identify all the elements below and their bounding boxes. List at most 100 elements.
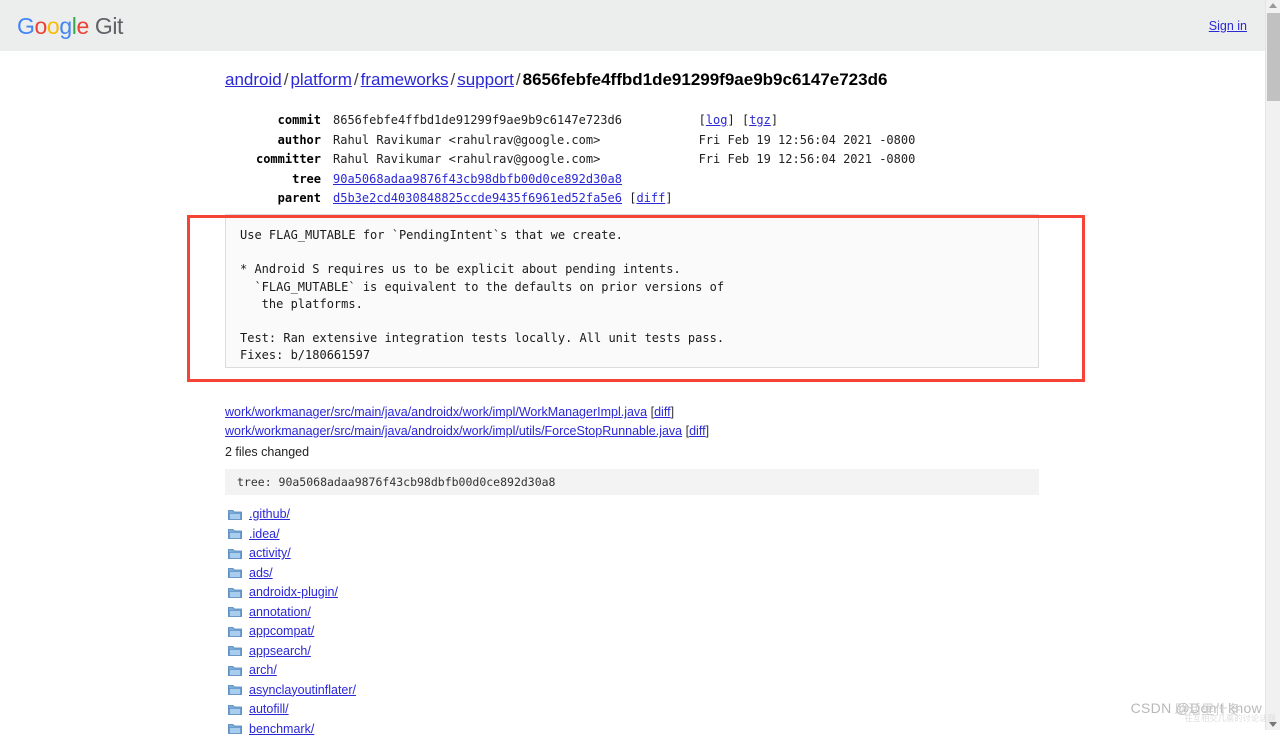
metadata-value-commit: 8656febfe4ffbd1de91299f9ae9b9c6147e723d6 — [333, 111, 699, 131]
sign-in-link[interactable]: Sign in — [1209, 19, 1247, 33]
metadata-extra-committer-date: Fri Feb 19 12:56:04 2021 -0800 — [699, 150, 916, 170]
breadcrumb-item-support[interactable]: support — [457, 70, 514, 89]
metadata-value-parent: d5b3e2cd4030848825ccde9435f6961ed52fa5e6… — [333, 189, 699, 209]
changed-files-section: work/workmanager/src/main/java/androidx/… — [225, 403, 709, 462]
breadcrumb: android/platform/frameworks/support/8656… — [225, 69, 887, 91]
files-changed-summary: 2 files changed — [225, 443, 709, 462]
changed-file-diff-link-2[interactable]: diff — [689, 424, 705, 438]
changed-file-link-1[interactable]: work/workmanager/src/main/java/androidx/… — [225, 405, 647, 419]
tree-list-item[interactable]: arch/ — [228, 661, 928, 681]
metadata-extra-commit: [log] [tgz] — [699, 111, 916, 131]
tree-list-item[interactable]: ads/ — [228, 564, 928, 584]
change-id-link[interactable]: Ida3f1701fc7d8168abe166f64e78de7bcb62252… — [319, 366, 615, 368]
folder-icon — [228, 626, 242, 638]
tree-list-item-link[interactable]: arch/ — [249, 661, 277, 681]
metadata-extra-parent — [699, 189, 916, 209]
metadata-row-parent: parent d5b3e2cd4030848825ccde9435f6961ed… — [225, 189, 915, 209]
metadata-key-author: author — [225, 131, 333, 151]
tree-list-item[interactable]: .idea/ — [228, 525, 928, 545]
tree-list-item-link[interactable]: activity/ — [249, 544, 291, 564]
commit-msg-line-3: * Android S requires us to be explicit a… — [240, 262, 681, 276]
metadata-key-commit: commit — [225, 111, 333, 131]
tree-list-item-link[interactable]: .idea/ — [249, 525, 280, 545]
tree-sha-link[interactable]: 90a5068adaa9876f43cb98dbfb00d0ce892d30a8 — [333, 172, 622, 186]
metadata-extra-author-date: Fri Feb 19 12:56:04 2021 -0800 — [699, 131, 916, 151]
metadata-value-committer: Rahul Ravikumar <rahulrav@google.com> — [333, 150, 699, 170]
commit-message-text: Use FLAG_MUTABLE for `PendingIntent`s th… — [240, 227, 1022, 368]
folder-icon — [228, 723, 242, 735]
scroll-up-arrow-icon[interactable] — [1269, 3, 1277, 8]
tree-list-item-link[interactable]: annotation/ — [249, 603, 311, 623]
tree-list-item[interactable]: asynclayoutinflater/ — [228, 681, 928, 701]
commit-msg-change-id-label: Change-Id: — [240, 366, 319, 368]
tree-list-item-link[interactable]: autofill/ — [249, 700, 289, 720]
breadcrumb-item-platform[interactable]: platform — [290, 70, 351, 89]
tree-list-item[interactable]: autofill/ — [228, 700, 928, 720]
tree-list-item[interactable]: androidx-plugin/ — [228, 583, 928, 603]
logo-letter-o2: o — [47, 13, 59, 39]
metadata-row-author: author Rahul Ravikumar <rahulrav@google.… — [225, 131, 915, 151]
tree-list-item-link[interactable]: appsearch/ — [249, 642, 311, 662]
changed-file-link-2[interactable]: work/workmanager/src/main/java/androidx/… — [225, 424, 682, 438]
tree-list-item-link[interactable]: .github/ — [249, 505, 290, 525]
scrollbar-thumb[interactable] — [1267, 13, 1280, 101]
commit-metadata-table: commit 8656febfe4ffbd1de91299f9ae9b9c614… — [225, 111, 915, 209]
vertical-scrollbar[interactable] — [1265, 0, 1280, 730]
breadcrumb-separator-3: / — [448, 70, 457, 89]
tree-list-item[interactable]: benchmark/ — [228, 720, 928, 739]
metadata-value-author: Rahul Ravikumar <rahulrav@google.com> — [333, 131, 699, 151]
logo-letter-g2: g — [59, 13, 71, 39]
log-link[interactable]: log — [706, 113, 728, 127]
commit-msg-line-4: `FLAG_MUTABLE` is equivalent to the defa… — [240, 280, 724, 294]
app-header: Google Git Sign in — [0, 0, 1265, 51]
folder-icon — [228, 528, 242, 540]
breadcrumb-current-sha: 8656febfe4ffbd1de91299f9ae9b9c6147e723d6 — [523, 70, 888, 89]
google-git-logo[interactable]: Google Git — [17, 13, 123, 39]
tree-list-item-link[interactable]: appcompat/ — [249, 622, 314, 642]
tree-list-item[interactable]: appsearch/ — [228, 642, 928, 662]
breadcrumb-item-frameworks[interactable]: frameworks — [361, 70, 449, 89]
breadcrumb-item-android[interactable]: android — [225, 70, 282, 89]
folder-icon — [228, 548, 242, 560]
metadata-value-tree: 90a5068adaa9876f43cb98dbfb00d0ce892d30a8 — [333, 170, 699, 190]
parent-sha-link[interactable]: d5b3e2cd4030848825ccde9435f6961ed52fa5e6 — [333, 191, 622, 205]
scroll-down-arrow-icon[interactable] — [1269, 722, 1277, 727]
commit-msg-line-8: Fixes: b/180661597 — [240, 348, 370, 362]
tgz-link[interactable]: tgz — [749, 113, 771, 127]
commit-message-panel: Use FLAG_MUTABLE for `PendingIntent`s th… — [225, 214, 1039, 368]
breadcrumb-separator-2: / — [352, 70, 361, 89]
changed-file-diff-bracket-2: [diff] — [686, 424, 709, 438]
tree-list-item[interactable]: appcompat/ — [228, 622, 928, 642]
logo-letter-o1: o — [35, 13, 47, 39]
tree-listing: .github/.idea/activity/ads/androidx-plug… — [228, 505, 928, 739]
commit-msg-line-7: Test: Ran extensive integration tests lo… — [240, 331, 724, 345]
folder-icon — [228, 704, 242, 716]
logo-suffix: Git — [89, 13, 123, 39]
metadata-key-committer: committer — [225, 150, 333, 170]
folder-icon — [228, 587, 242, 599]
commit-msg-line-5: the platforms. — [240, 297, 363, 311]
changed-file-row: work/workmanager/src/main/java/androidx/… — [225, 403, 709, 422]
changed-file-diff-link-1[interactable]: diff — [654, 405, 670, 419]
parent-diff-link[interactable]: diff — [636, 191, 665, 205]
metadata-row-committer: committer Rahul Ravikumar <rahulrav@goog… — [225, 150, 915, 170]
tree-list-item-link[interactable]: androidx-plugin/ — [249, 583, 338, 603]
tree-list-item-link[interactable]: asynclayoutinflater/ — [249, 681, 356, 701]
logo-letter-g: G — [17, 13, 35, 39]
metadata-extra-tree — [699, 170, 916, 190]
tree-list-item[interactable]: activity/ — [228, 544, 928, 564]
tree-header-box: tree: 90a5068adaa9876f43cb98dbfb00d0ce89… — [225, 469, 1039, 495]
logo-letter-e: e — [76, 13, 88, 39]
folder-icon — [228, 509, 242, 521]
tree-list-item-link[interactable]: benchmark/ — [249, 720, 314, 739]
tree-list-item[interactable]: .github/ — [228, 505, 928, 525]
tree-list-item[interactable]: annotation/ — [228, 603, 928, 623]
page-content: android/platform/frameworks/support/8656… — [0, 51, 1265, 730]
breadcrumb-separator-4: / — [514, 70, 523, 89]
folder-icon — [228, 665, 242, 677]
metadata-key-parent: parent — [225, 189, 333, 209]
changed-file-diff-bracket-1: [diff] — [651, 405, 674, 419]
metadata-row-tree: tree 90a5068adaa9876f43cb98dbfb00d0ce892… — [225, 170, 915, 190]
commit-msg-line-1: Use FLAG_MUTABLE for `PendingIntent`s th… — [240, 228, 623, 242]
tree-list-item-link[interactable]: ads/ — [249, 564, 273, 584]
